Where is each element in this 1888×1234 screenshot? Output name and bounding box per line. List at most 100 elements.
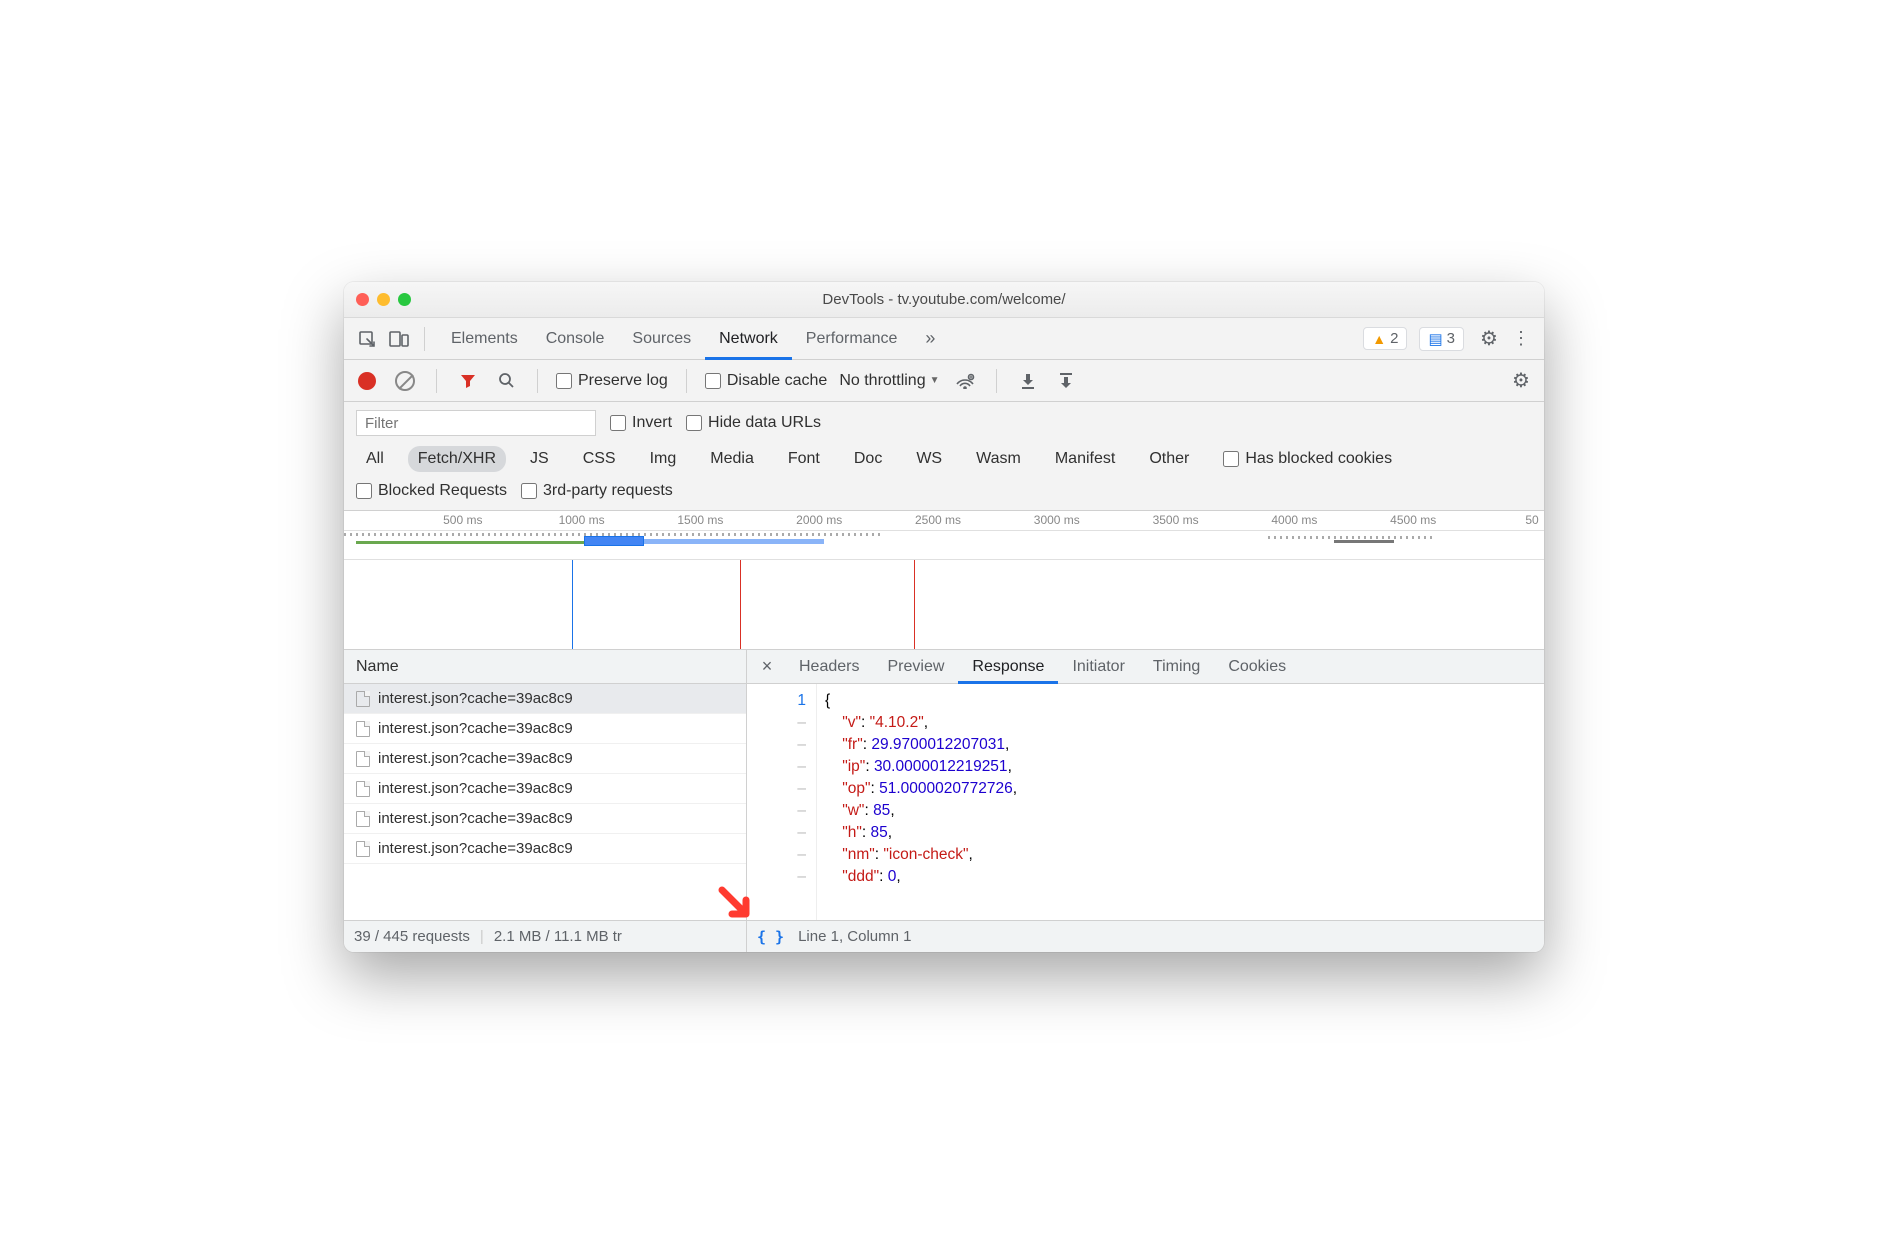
- filter-type-img[interactable]: Img: [640, 446, 687, 472]
- detail-tab-headers[interactable]: Headers: [785, 650, 873, 684]
- clear-button[interactable]: [392, 368, 418, 394]
- detail-tab-response[interactable]: Response: [958, 650, 1058, 684]
- request-count: 39 / 445 requests: [354, 928, 470, 945]
- inspect-element-icon[interactable]: [354, 326, 380, 352]
- tab-console[interactable]: Console: [532, 318, 619, 360]
- filter-icon[interactable]: [455, 368, 481, 394]
- timeline-tick: 1500 ms: [677, 513, 723, 527]
- gutter-line: –: [747, 844, 806, 866]
- filter-type-manifest[interactable]: Manifest: [1045, 446, 1125, 472]
- request-name: interest.json?cache=39ac8c9: [378, 690, 573, 707]
- filter-type-all[interactable]: All: [356, 446, 394, 472]
- filter-type-other[interactable]: Other: [1139, 446, 1199, 472]
- filter-type-font[interactable]: Font: [778, 446, 830, 472]
- source-line: "v": "4.10.2",: [825, 712, 1017, 734]
- filter-bar: Invert Hide data URLs All Fetch/XHR JS CSS I…: [344, 402, 1544, 511]
- file-icon: [356, 781, 370, 797]
- file-icon: [356, 721, 370, 737]
- filter-type-doc[interactable]: Doc: [844, 446, 892, 472]
- filter-type-fetch-xhr[interactable]: Fetch/XHR: [408, 446, 506, 472]
- source-line: "ddd": 0,: [825, 866, 1017, 888]
- filter-type-media[interactable]: Media: [700, 446, 764, 472]
- tab-elements[interactable]: Elements: [437, 318, 532, 360]
- request-name: interest.json?cache=39ac8c9: [378, 810, 573, 827]
- hide-data-urls-checkbox[interactable]: Hide data URLs: [686, 414, 821, 432]
- settings-icon[interactable]: ⚙: [1476, 326, 1502, 352]
- message-icon: ▤: [1428, 330, 1442, 348]
- timeline-tick: 4500 ms: [1390, 513, 1436, 527]
- filter-type-ws[interactable]: WS: [906, 446, 952, 472]
- detail-tab-preview[interactable]: Preview: [873, 650, 958, 684]
- disable-cache-checkbox[interactable]: Disable cache: [705, 372, 828, 390]
- network-settings-icon[interactable]: ⚙: [1508, 368, 1534, 394]
- request-row[interactable]: interest.json?cache=39ac8c9: [344, 714, 746, 744]
- timeline-tick: 2500 ms: [915, 513, 961, 527]
- tab-performance[interactable]: Performance: [792, 318, 912, 360]
- source-line: "op": 51.0000020772726,: [825, 778, 1017, 800]
- annotation-arrow: [714, 882, 758, 926]
- filter-type-css[interactable]: CSS: [573, 446, 626, 472]
- timeline-tick: 50: [1525, 513, 1538, 527]
- timeline-tick: 3500 ms: [1153, 513, 1199, 527]
- blocked-requests-checkbox[interactable]: Blocked Requests: [356, 482, 507, 500]
- gutter-line: –: [747, 712, 806, 734]
- throttling-select[interactable]: No throttling▼: [839, 372, 939, 390]
- name-column-header[interactable]: Name: [344, 650, 746, 684]
- gutter-line: 1: [747, 690, 806, 712]
- preserve-log-checkbox[interactable]: Preserve log: [556, 372, 668, 390]
- import-har-icon[interactable]: [1015, 368, 1041, 394]
- tab-network[interactable]: Network: [705, 318, 792, 360]
- device-toggle-icon[interactable]: [386, 326, 412, 352]
- timeline-overview[interactable]: 500 ms 1000 ms 1500 ms 2000 ms 2500 ms 3000 m…: [344, 511, 1544, 650]
- source-line: "nm": "icon-check",: [825, 844, 1017, 866]
- request-row[interactable]: interest.json?cache=39ac8c9: [344, 834, 746, 864]
- warnings-badge[interactable]: ▲2: [1363, 327, 1407, 350]
- titlebar: DevTools - tv.youtube.com/welcome/: [344, 282, 1544, 318]
- response-viewer[interactable]: 1–––––––– { "v": "4.10.2", "fr": 29.9700…: [747, 684, 1544, 920]
- detail-tab-initiator[interactable]: Initiator: [1058, 650, 1138, 684]
- devtools-window: DevTools - tv.youtube.com/welcome/ Eleme…: [344, 282, 1544, 952]
- kebab-menu-icon[interactable]: ⋮: [1508, 326, 1534, 352]
- timeline-tick: 500 ms: [443, 513, 482, 527]
- third-party-checkbox[interactable]: 3rd-party requests: [521, 482, 673, 500]
- request-name: interest.json?cache=39ac8c9: [378, 720, 573, 737]
- source-line: "w": 85,: [825, 800, 1017, 822]
- detail-tab-cookies[interactable]: Cookies: [1214, 650, 1300, 684]
- record-button[interactable]: [354, 368, 380, 394]
- request-list-panel: Name interest.json?cache=39ac8c9 interest…: [344, 650, 747, 920]
- request-row[interactable]: interest.json?cache=39ac8c9: [344, 804, 746, 834]
- request-name: interest.json?cache=39ac8c9: [378, 780, 573, 797]
- file-icon: [356, 691, 370, 707]
- close-detail-icon[interactable]: ×: [753, 656, 781, 677]
- filter-input[interactable]: [356, 410, 596, 436]
- messages-badge[interactable]: ▤3: [1419, 327, 1464, 351]
- gutter-line: –: [747, 734, 806, 756]
- request-row[interactable]: interest.json?cache=39ac8c9: [344, 744, 746, 774]
- timeline-tick: 4000 ms: [1271, 513, 1317, 527]
- file-icon: [356, 841, 370, 857]
- filter-type-wasm[interactable]: Wasm: [966, 446, 1031, 472]
- search-icon[interactable]: [493, 368, 519, 394]
- file-icon: [356, 811, 370, 827]
- request-row[interactable]: interest.json?cache=39ac8c9: [344, 774, 746, 804]
- request-row[interactable]: interest.json?cache=39ac8c9: [344, 684, 746, 714]
- more-tabs-icon[interactable]: »: [917, 326, 943, 352]
- gutter-line: –: [747, 778, 806, 800]
- pretty-print-icon[interactable]: { }: [757, 928, 784, 946]
- timeline-tick: 3000 ms: [1034, 513, 1080, 527]
- tab-sources[interactable]: Sources: [618, 318, 705, 360]
- detail-tab-timing[interactable]: Timing: [1139, 650, 1214, 684]
- invert-checkbox[interactable]: Invert: [610, 414, 672, 432]
- source-line: {: [825, 690, 1017, 712]
- gutter-line: –: [747, 822, 806, 844]
- source-line: "h": 85,: [825, 822, 1017, 844]
- timeline-tick: 1000 ms: [559, 513, 605, 527]
- export-har-icon[interactable]: [1053, 368, 1079, 394]
- timeline-tick: 2000 ms: [796, 513, 842, 527]
- cursor-position: Line 1, Column 1: [798, 928, 911, 945]
- filter-type-js[interactable]: JS: [520, 446, 559, 472]
- file-icon: [356, 751, 370, 767]
- has-blocked-cookies-checkbox[interactable]: Has blocked cookies: [1223, 450, 1392, 468]
- network-conditions-icon[interactable]: [952, 368, 978, 394]
- gutter-line: –: [747, 800, 806, 822]
